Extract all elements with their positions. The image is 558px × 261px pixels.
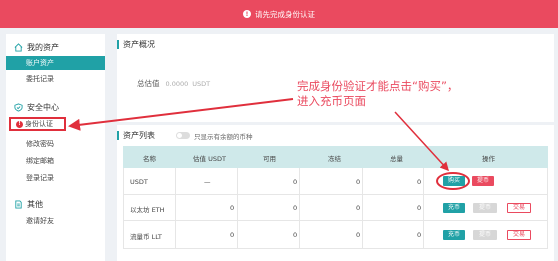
arrow-to-buy-button xyxy=(394,111,450,172)
arrow-to-verification xyxy=(68,98,294,131)
annotation-arrows xyxy=(68,98,450,172)
